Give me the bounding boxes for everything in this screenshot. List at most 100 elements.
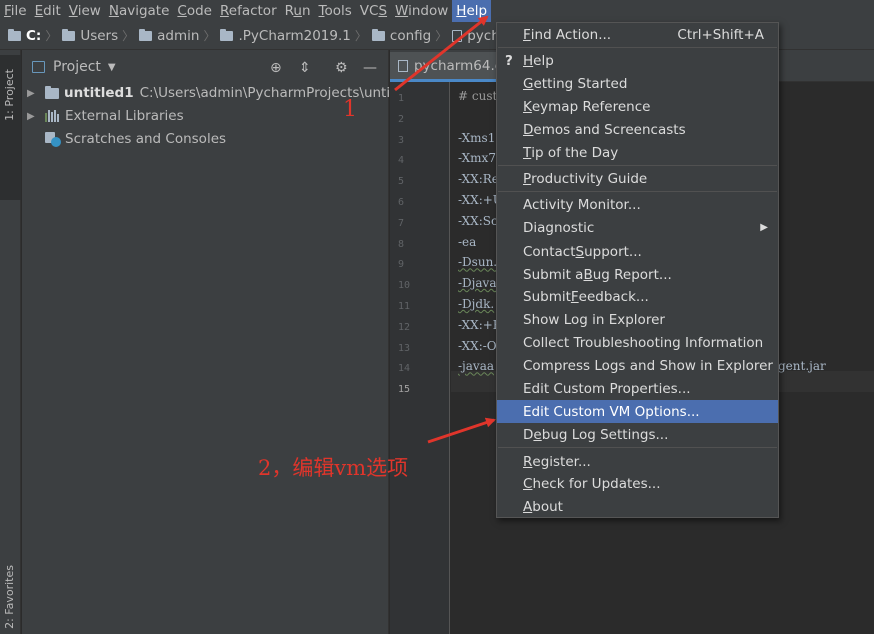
code-line[interactable]: -ea	[458, 235, 476, 249]
project-tab-label: 1: Project	[3, 69, 16, 121]
menu-item-tip-of-day[interactable]: Tip of the Day	[497, 141, 778, 164]
locate-target-icon[interactable]: ⊕	[270, 60, 282, 76]
tree-item-label: Scratches and Consoles	[65, 131, 227, 147]
code-text: -Dsun.	[458, 255, 498, 270]
menu-item-contact-support[interactable]: Contact Support...	[497, 240, 778, 263]
tree-item-path: C:\Users\admin\PycharmProjects\untitled	[139, 85, 417, 101]
help-question-icon: ?	[505, 52, 513, 69]
tree-item-label: External Libraries	[65, 108, 184, 124]
line-number: 15	[398, 384, 411, 396]
menu-item-edit-custom-vm-options[interactable]: Edit Custom VM Options...	[497, 400, 778, 423]
menu-tools[interactable]: Tools	[315, 0, 356, 22]
menu-item-check-updates[interactable]: Check for Updates...	[497, 472, 778, 495]
breadcrumb-item-users[interactable]: Users	[62, 22, 118, 49]
annotation-label-1: 1	[343, 97, 357, 122]
breadcrumb-item-admin[interactable]: admin	[139, 22, 199, 49]
expand-arrow-icon[interactable]: ▶	[27, 111, 39, 122]
chevron-right-icon: 〉	[203, 29, 216, 43]
line-number: 2	[398, 113, 405, 125]
menu-item-help[interactable]: ? Help	[497, 49, 778, 72]
breadcrumb-item-config[interactable]: config	[371, 22, 431, 49]
menu-navigate[interactable]: Navigate	[105, 0, 174, 22]
folder-icon	[371, 28, 385, 41]
menu-file[interactable]: File	[0, 0, 31, 22]
tree-item-external-libraries[interactable]: ▶ External Libraries	[22, 105, 184, 127]
editor-tab-active[interactable]: pycharm64.e	[390, 52, 505, 82]
menu-edit[interactable]: Edit	[31, 0, 65, 22]
annotation-label-2: 2，编辑vm选项	[258, 456, 409, 480]
menu-item-keymap-reference[interactable]: Keymap Reference	[497, 95, 778, 118]
menu-item-register[interactable]: Register...	[497, 450, 778, 473]
scratches-icon	[45, 132, 61, 147]
menu-item-edit-custom-properties[interactable]: Edit Custom Properties...	[497, 377, 778, 400]
line-number: 13	[398, 342, 411, 354]
chevron-down-icon[interactable]: ▼	[108, 62, 116, 73]
project-view-selector[interactable]: Project	[53, 59, 101, 75]
line-number: 7	[398, 217, 405, 229]
menu-item-about[interactable]: About	[497, 495, 778, 518]
code-line[interactable]: # cust	[458, 89, 497, 103]
code-line[interactable]: -XX:Sc	[458, 214, 498, 228]
hide-panel-icon[interactable]: —	[363, 60, 377, 76]
folder-icon	[139, 28, 153, 41]
menu-item-collect-troubleshooting[interactable]: Collect Troubleshooting Information	[497, 331, 778, 354]
line-number: 3	[398, 134, 405, 146]
menu-refactor[interactable]: Refactor	[216, 0, 281, 22]
line-number: 9	[398, 259, 405, 271]
project-icon	[32, 61, 45, 73]
chevron-right-icon: 〉	[354, 29, 367, 43]
menu-item-diagnostic[interactable]: Diagnostic ▶	[497, 216, 778, 239]
code-line[interactable]: -XX:Re	[458, 172, 499, 186]
breadcrumb-item-pycharm-dir[interactable]: .PyCharm2019.1	[220, 22, 351, 49]
code-line-tail: gent.jar	[778, 359, 826, 374]
menu-item-activity-monitor[interactable]: Activity Monitor...	[497, 193, 778, 216]
menu-run[interactable]: Run	[281, 0, 315, 22]
menu-item-compress-logs[interactable]: Compress Logs and Show in Explorer	[497, 354, 778, 377]
menu-code[interactable]: Code	[173, 0, 216, 22]
code-text: -ea	[458, 234, 477, 249]
code-line[interactable]: -Djava	[458, 276, 496, 290]
project-panel: Project ▼ ⊕ ⇕ ⚙ — ▶ untitled1 C:\Users\a…	[22, 50, 416, 634]
menu-separator	[498, 165, 777, 166]
menu-item-submit-bug[interactable]: Submit a Bug Report...	[497, 263, 778, 286]
menu-item-productivity-guide[interactable]: Productivity Guide	[497, 167, 778, 190]
code-line[interactable]: -Djdk.	[458, 297, 494, 311]
menu-item-show-log[interactable]: Show Log in Explorer	[497, 308, 778, 331]
shortcut-label: Ctrl+Shift+A	[677, 26, 764, 43]
code-text: -XX:-O	[458, 338, 497, 353]
chevron-right-icon: 〉	[45, 29, 58, 43]
line-number: 14	[398, 363, 411, 375]
menu-window[interactable]: Window	[391, 0, 452, 22]
breadcrumb-item-drive[interactable]: C:	[8, 22, 41, 49]
line-number: 4	[398, 155, 405, 167]
collapse-all-icon[interactable]: ⇕	[299, 60, 311, 76]
code-line[interactable]: -javaa	[458, 359, 494, 373]
line-number: 5	[398, 176, 405, 188]
folder-icon	[45, 85, 59, 99]
tree-item-scratches[interactable]: Scratches and Consoles	[22, 128, 226, 150]
menu-bar: File Edit View Navigate Code Refactor Ru…	[0, 0, 874, 22]
file-icon	[398, 59, 408, 72]
menu-help[interactable]: Help	[452, 0, 492, 22]
menu-separator	[498, 447, 777, 448]
project-tool-tab[interactable]: 1: Project	[0, 55, 21, 200]
menu-item-debug-log-settings[interactable]: De bug Log Settings...	[497, 423, 778, 446]
menu-item-getting-started[interactable]: Getting Started	[497, 72, 778, 95]
menu-item-find-action[interactable]: Find Action... Ctrl+Shift+A	[497, 23, 778, 46]
line-number: 11	[398, 301, 411, 312]
code-line[interactable]: -XX:-O	[458, 339, 497, 353]
line-number: 12	[398, 321, 411, 333]
code-text: -javaa	[458, 359, 495, 374]
expand-arrow-icon[interactable]: ▶	[27, 88, 39, 99]
menu-item-demos[interactable]: Demos and Screencasts	[497, 118, 778, 141]
menu-vcs[interactable]: VCS	[356, 0, 391, 22]
menu-view[interactable]: View	[65, 0, 105, 22]
line-number: 1	[398, 93, 405, 104]
code-line[interactable]: -Dsun.	[458, 255, 497, 269]
line-number: 6	[398, 197, 405, 208]
menu-separator	[498, 47, 777, 48]
favorites-tool-tab[interactable]: 2: Favorites	[3, 565, 16, 629]
menu-item-submit-feedback[interactable]: Submit Feedback...	[497, 285, 778, 308]
chevron-right-icon: 〉	[122, 29, 135, 43]
gear-icon[interactable]: ⚙	[335, 60, 348, 76]
